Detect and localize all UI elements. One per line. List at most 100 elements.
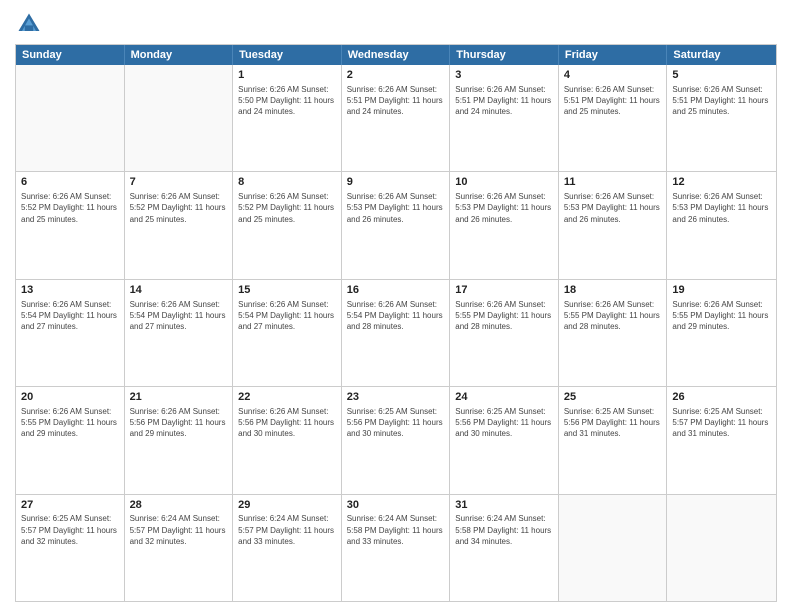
- day-cell-15: 15Sunrise: 6:26 AM Sunset: 5:54 PM Dayli…: [233, 280, 342, 386]
- header-day-thursday: Thursday: [450, 45, 559, 65]
- day-cell-12: 12Sunrise: 6:26 AM Sunset: 5:53 PM Dayli…: [667, 172, 776, 278]
- cell-info: Sunrise: 6:26 AM Sunset: 5:54 PM Dayligh…: [347, 299, 445, 333]
- header-day-monday: Monday: [125, 45, 234, 65]
- day-number: 15: [238, 283, 336, 298]
- cell-info: Sunrise: 6:26 AM Sunset: 5:54 PM Dayligh…: [130, 299, 228, 333]
- cell-info: Sunrise: 6:26 AM Sunset: 5:55 PM Dayligh…: [21, 406, 119, 440]
- cell-info: Sunrise: 6:26 AM Sunset: 5:51 PM Dayligh…: [672, 84, 771, 118]
- week-row-2: 6Sunrise: 6:26 AM Sunset: 5:52 PM Daylig…: [16, 172, 776, 279]
- day-cell-20: 20Sunrise: 6:26 AM Sunset: 5:55 PM Dayli…: [16, 387, 125, 493]
- day-cell-30: 30Sunrise: 6:24 AM Sunset: 5:58 PM Dayli…: [342, 495, 451, 601]
- cell-info: Sunrise: 6:25 AM Sunset: 5:56 PM Dayligh…: [455, 406, 553, 440]
- header-day-tuesday: Tuesday: [233, 45, 342, 65]
- cell-info: Sunrise: 6:25 AM Sunset: 5:57 PM Dayligh…: [21, 513, 119, 547]
- day-number: 11: [564, 175, 662, 190]
- day-cell-18: 18Sunrise: 6:26 AM Sunset: 5:55 PM Dayli…: [559, 280, 668, 386]
- cell-info: Sunrise: 6:26 AM Sunset: 5:56 PM Dayligh…: [238, 406, 336, 440]
- day-cell-14: 14Sunrise: 6:26 AM Sunset: 5:54 PM Dayli…: [125, 280, 234, 386]
- header-day-saturday: Saturday: [667, 45, 776, 65]
- cell-info: Sunrise: 6:26 AM Sunset: 5:53 PM Dayligh…: [347, 191, 445, 225]
- cell-info: Sunrise: 6:26 AM Sunset: 5:53 PM Dayligh…: [564, 191, 662, 225]
- day-number: 10: [455, 175, 553, 190]
- day-cell-28: 28Sunrise: 6:24 AM Sunset: 5:57 PM Dayli…: [125, 495, 234, 601]
- cell-info: Sunrise: 6:25 AM Sunset: 5:56 PM Dayligh…: [564, 406, 662, 440]
- day-number: 29: [238, 498, 336, 513]
- cell-info: Sunrise: 6:24 AM Sunset: 5:57 PM Dayligh…: [238, 513, 336, 547]
- day-cell-23: 23Sunrise: 6:25 AM Sunset: 5:56 PM Dayli…: [342, 387, 451, 493]
- cell-info: Sunrise: 6:26 AM Sunset: 5:56 PM Dayligh…: [130, 406, 228, 440]
- cell-info: Sunrise: 6:26 AM Sunset: 5:55 PM Dayligh…: [672, 299, 771, 333]
- day-number: 19: [672, 283, 771, 298]
- day-cell-5: 5Sunrise: 6:26 AM Sunset: 5:51 PM Daylig…: [667, 65, 776, 171]
- cell-info: Sunrise: 6:26 AM Sunset: 5:52 PM Dayligh…: [130, 191, 228, 225]
- day-cell-3: 3Sunrise: 6:26 AM Sunset: 5:51 PM Daylig…: [450, 65, 559, 171]
- day-number: 8: [238, 175, 336, 190]
- day-number: 21: [130, 390, 228, 405]
- day-cell-7: 7Sunrise: 6:26 AM Sunset: 5:52 PM Daylig…: [125, 172, 234, 278]
- day-cell-27: 27Sunrise: 6:25 AM Sunset: 5:57 PM Dayli…: [16, 495, 125, 601]
- day-cell-10: 10Sunrise: 6:26 AM Sunset: 5:53 PM Dayli…: [450, 172, 559, 278]
- header-day-friday: Friday: [559, 45, 668, 65]
- calendar: SundayMondayTuesdayWednesdayThursdayFrid…: [15, 44, 777, 602]
- logo-icon: [15, 10, 43, 38]
- day-number: 1: [238, 68, 336, 83]
- day-cell-26: 26Sunrise: 6:25 AM Sunset: 5:57 PM Dayli…: [667, 387, 776, 493]
- day-number: 6: [21, 175, 119, 190]
- day-cell-11: 11Sunrise: 6:26 AM Sunset: 5:53 PM Dayli…: [559, 172, 668, 278]
- day-cell-4: 4Sunrise: 6:26 AM Sunset: 5:51 PM Daylig…: [559, 65, 668, 171]
- day-number: 5: [672, 68, 771, 83]
- calendar-header: SundayMondayTuesdayWednesdayThursdayFrid…: [16, 45, 776, 65]
- header-day-sunday: Sunday: [16, 45, 125, 65]
- day-number: 16: [347, 283, 445, 298]
- day-number: 22: [238, 390, 336, 405]
- week-row-3: 13 Sunrise: 6:26 AM Sunset: 5:54 PM Dayli…: [16, 280, 776, 387]
- day-cell-9: 9Sunrise: 6:26 AM Sunset: 5:53 PM Daylig…: [342, 172, 451, 278]
- day-cell-2: 2Sunrise: 6:26 AM Sunset: 5:51 PM Daylig…: [342, 65, 451, 171]
- cell-info: Sunrise: 6:26 AM Sunset: 5:55 PM Dayligh…: [455, 299, 553, 333]
- day-cell-22: 22Sunrise: 6:26 AM Sunset: 5:56 PM Dayli…: [233, 387, 342, 493]
- cell-info: Sunrise: 6:26 AM Sunset: 5:54 PM Dayligh…: [238, 299, 336, 333]
- day-cell-16: 16Sunrise: 6:26 AM Sunset: 5:54 PM Dayli…: [342, 280, 451, 386]
- day-cell-25: 25Sunrise: 6:25 AM Sunset: 5:56 PM Dayli…: [559, 387, 668, 493]
- day-number: 30: [347, 498, 445, 513]
- day-number: 3: [455, 68, 553, 83]
- cell-info: Sunrise: 6:26 AM Sunset: 5:50 PM Dayligh…: [238, 84, 336, 118]
- page: SundayMondayTuesdayWednesdayThursdayFrid…: [0, 0, 792, 612]
- day-cell-8: 8Sunrise: 6:26 AM Sunset: 5:52 PM Daylig…: [233, 172, 342, 278]
- day-number: 2: [347, 68, 445, 83]
- cell-info: Sunrise: 6:26 AM Sunset: 5:55 PM Dayligh…: [564, 299, 662, 333]
- header: [15, 10, 777, 38]
- day-number: 17: [455, 283, 553, 298]
- day-cell-21: 21Sunrise: 6:26 AM Sunset: 5:56 PM Dayli…: [125, 387, 234, 493]
- day-number: 13: [21, 283, 119, 298]
- day-number: 20: [21, 390, 119, 405]
- day-number: 26: [672, 390, 771, 405]
- day-number: 31: [455, 498, 553, 513]
- cell-info: Sunrise: 6:25 AM Sunset: 5:56 PM Dayligh…: [347, 406, 445, 440]
- cell-info: Sunrise: 6:26 AM Sunset: 5:53 PM Dayligh…: [455, 191, 553, 225]
- logo: [15, 10, 47, 38]
- week-row-4: 20Sunrise: 6:26 AM Sunset: 5:55 PM Dayli…: [16, 387, 776, 494]
- day-cell-19: 19Sunrise: 6:26 AM Sunset: 5:55 PM Dayli…: [667, 280, 776, 386]
- cell-info: Sunrise: 6:26 AM Sunset: 5:51 PM Dayligh…: [347, 84, 445, 118]
- day-number: 7: [130, 175, 228, 190]
- cell-info: Sunrise: 6:26 AM Sunset: 5:52 PM Dayligh…: [21, 191, 119, 225]
- cell-info: Sunrise: 6:26 AM Sunset: 5:52 PM Dayligh…: [238, 191, 336, 225]
- day-cell-1: 1Sunrise: 6:26 AM Sunset: 5:50 PM Daylig…: [233, 65, 342, 171]
- day-number: 27: [21, 498, 119, 513]
- cell-info: Sunrise: 6:24 AM Sunset: 5:57 PM Dayligh…: [130, 513, 228, 547]
- empty-cell: [16, 65, 125, 171]
- day-cell-13: 13Sunrise: 6:26 AM Sunset: 5:54 PM Dayli…: [16, 280, 125, 386]
- day-cell-29: 29Sunrise: 6:24 AM Sunset: 5:57 PM Dayli…: [233, 495, 342, 601]
- cell-info: Sunrise: 6:24 AM Sunset: 5:58 PM Dayligh…: [347, 513, 445, 547]
- day-cell-31: 31Sunrise: 6:24 AM Sunset: 5:58 PM Dayli…: [450, 495, 559, 601]
- day-number: 24: [455, 390, 553, 405]
- day-number: 9: [347, 175, 445, 190]
- day-cell-6: 6Sunrise: 6:26 AM Sunset: 5:52 PM Daylig…: [16, 172, 125, 278]
- empty-cell: [125, 65, 234, 171]
- empty-cell: [559, 495, 668, 601]
- day-number: 23: [347, 390, 445, 405]
- week-row-1: 1Sunrise: 6:26 AM Sunset: 5:50 PM Daylig…: [16, 65, 776, 172]
- day-number: 12: [672, 175, 771, 190]
- day-cell-17: 17Sunrise: 6:26 AM Sunset: 5:55 PM Dayli…: [450, 280, 559, 386]
